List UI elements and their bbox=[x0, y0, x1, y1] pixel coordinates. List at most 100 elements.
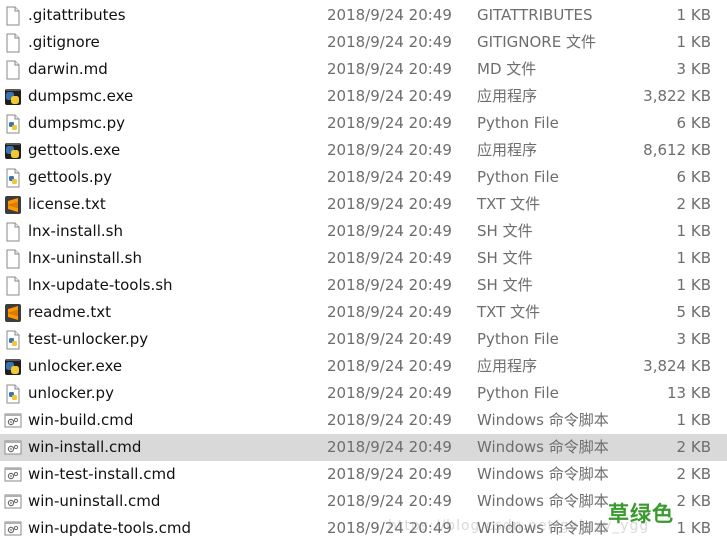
file-row[interactable]: dumpsmc.py 2018/9/24 20:49 Python File 6 KB bbox=[0, 110, 727, 137]
file-name: win-uninstall.cmd bbox=[28, 492, 161, 510]
file-date-modified: 2018/9/24 20:49 bbox=[327, 141, 452, 159]
file-name: lnx-install.sh bbox=[28, 222, 123, 240]
file-date-modified: 2018/9/24 20:49 bbox=[327, 384, 452, 402]
file-type: TXT 文件 bbox=[477, 303, 541, 321]
file-name: gettools.py bbox=[28, 168, 113, 186]
file-name: win-install.cmd bbox=[28, 438, 142, 456]
file-row[interactable]: darwin.md 2018/9/24 20:49 MD 文件 3 KB bbox=[0, 56, 727, 83]
file-name: .gitignore bbox=[28, 33, 100, 51]
watermark-logo: 草绿色 bbox=[608, 502, 674, 526]
file-row[interactable]: unlocker.py 2018/9/24 20:49 Python File 13 … bbox=[0, 380, 727, 407]
file-row[interactable]: license.txt 2018/9/24 20:49 TXT 文件 2 KB bbox=[0, 191, 727, 218]
file-name: gettools.exe bbox=[28, 141, 121, 159]
file-row[interactable]: win-test-install.cmd 2018/9/24 20:49 Windo… bbox=[0, 461, 727, 488]
file-name: unlocker.exe bbox=[28, 357, 123, 375]
file-type: SH 文件 bbox=[477, 276, 533, 294]
file-type: Windows 命令脚本 bbox=[477, 465, 609, 483]
file-type: GITIGNORE 文件 bbox=[477, 33, 596, 51]
file-type: TXT 文件 bbox=[477, 195, 541, 213]
file-date-modified: 2018/9/24 20:49 bbox=[327, 33, 452, 51]
file-date-modified: 2018/9/24 20:49 bbox=[327, 195, 452, 213]
file-size: 1 KB bbox=[676, 6, 711, 24]
file-type: Windows 命令脚本 bbox=[477, 492, 609, 510]
cmd-script-icon bbox=[4, 519, 22, 539]
file-type: Python File bbox=[477, 114, 559, 132]
file-date-modified: 2018/9/24 20:49 bbox=[327, 222, 452, 240]
file-size: 13 KB bbox=[667, 384, 711, 402]
file-size: 1 KB bbox=[676, 249, 711, 267]
file-row[interactable]: win-build.cmd 2018/9/24 20:49 Windows 命令脚本… bbox=[0, 407, 727, 434]
file-size: 1 KB bbox=[676, 276, 711, 294]
file-size: 3,822 KB bbox=[643, 87, 711, 105]
file-row[interactable]: .gitattributes 2018/9/24 20:49 GITATTRIBUT… bbox=[0, 2, 727, 29]
cmd-script-icon bbox=[4, 411, 22, 431]
file-name: dumpsmc.py bbox=[28, 114, 126, 132]
file-name: unlocker.py bbox=[28, 384, 114, 402]
file-row[interactable]: .gitignore 2018/9/24 20:49 GITIGNORE 文件 1 K… bbox=[0, 29, 727, 56]
file-size: 2 KB bbox=[676, 438, 711, 456]
file-type: Windows 命令脚本 bbox=[477, 411, 609, 429]
file-date-modified: 2018/9/24 20:49 bbox=[327, 276, 452, 294]
file-name: license.txt bbox=[28, 195, 106, 213]
sublime-text-icon bbox=[4, 303, 22, 323]
file-type: SH 文件 bbox=[477, 222, 533, 240]
python-file-icon bbox=[4, 114, 22, 134]
file-size: 2 KB bbox=[676, 465, 711, 483]
python-exe-icon bbox=[4, 141, 22, 161]
cmd-script-icon bbox=[4, 438, 22, 458]
blank-file-icon bbox=[4, 6, 22, 26]
file-type: 应用程序 bbox=[477, 87, 538, 105]
file-size: 3 KB bbox=[676, 330, 711, 348]
file-size: 6 KB bbox=[676, 114, 711, 132]
file-date-modified: 2018/9/24 20:49 bbox=[327, 411, 452, 429]
file-date-modified: 2018/9/24 20:49 bbox=[327, 492, 452, 510]
file-date-modified: 2018/9/24 20:49 bbox=[327, 330, 452, 348]
file-name: lnx-uninstall.sh bbox=[28, 249, 142, 267]
blank-file-icon bbox=[4, 33, 22, 53]
file-size: 8,612 KB bbox=[643, 141, 711, 159]
file-row[interactable]: gettools.py 2018/9/24 20:49 Python File 6 K… bbox=[0, 164, 727, 191]
file-date-modified: 2018/9/24 20:49 bbox=[327, 357, 452, 375]
blank-file-icon bbox=[4, 222, 22, 242]
file-date-modified: 2018/9/24 20:49 bbox=[327, 168, 452, 186]
file-type: SH 文件 bbox=[477, 249, 533, 267]
file-date-modified: 2018/9/24 20:49 bbox=[327, 519, 452, 537]
file-type: GITATTRIBUTES bbox=[477, 6, 593, 24]
file-row[interactable]: readme.txt 2018/9/24 20:49 TXT 文件 5 KB bbox=[0, 299, 727, 326]
file-row[interactable]: gettools.exe 2018/9/24 20:49 应用程序 8,612 KB bbox=[0, 137, 727, 164]
file-name: dumpsmc.exe bbox=[28, 87, 134, 105]
python-exe-icon bbox=[4, 357, 22, 377]
file-type: Windows 命令脚本 bbox=[477, 438, 609, 456]
file-date-modified: 2018/9/24 20:49 bbox=[327, 438, 452, 456]
file-name: readme.txt bbox=[28, 303, 112, 321]
file-name: win-build.cmd bbox=[28, 411, 134, 429]
blank-file-icon bbox=[4, 276, 22, 296]
file-row[interactable]: lnx-update-tools.sh 2018/9/24 20:49 SH 文件 1… bbox=[0, 272, 727, 299]
file-type: Python File bbox=[477, 168, 559, 186]
file-date-modified: 2018/9/24 20:49 bbox=[327, 6, 452, 24]
file-size: 6 KB bbox=[676, 168, 711, 186]
file-name: win-update-tools.cmd bbox=[28, 519, 191, 537]
file-size: 2 KB bbox=[676, 492, 711, 510]
python-file-icon bbox=[4, 384, 22, 404]
file-row[interactable]: lnx-install.sh 2018/9/24 20:49 SH 文件 1 KB bbox=[0, 218, 727, 245]
file-list: .gitattributes 2018/9/24 20:49 GITATTRIBUT… bbox=[0, 2, 727, 542]
file-row[interactable]: dumpsmc.exe 2018/9/24 20:49 应用程序 3,822 KB bbox=[0, 83, 727, 110]
file-row[interactable]: lnx-uninstall.sh 2018/9/24 20:49 SH 文件 1 KB bbox=[0, 245, 727, 272]
file-size: 5 KB bbox=[676, 303, 711, 321]
file-date-modified: 2018/9/24 20:49 bbox=[327, 60, 452, 78]
file-row[interactable]: unlocker.exe 2018/9/24 20:49 应用程序 3,824 KB bbox=[0, 353, 727, 380]
file-size: 1 KB bbox=[676, 519, 711, 537]
file-name: darwin.md bbox=[28, 60, 108, 78]
file-size: 1 KB bbox=[676, 411, 711, 429]
file-row[interactable]: win-install.cmd 2018/9/24 20:49 Windows 命令… bbox=[0, 434, 727, 461]
file-size: 2 KB bbox=[676, 195, 711, 213]
blank-file-icon bbox=[4, 249, 22, 269]
file-type: MD 文件 bbox=[477, 60, 537, 78]
file-date-modified: 2018/9/24 20:49 bbox=[327, 114, 452, 132]
file-row[interactable]: test-unlocker.py 2018/9/24 20:49 Python Fi… bbox=[0, 326, 727, 353]
file-name: lnx-update-tools.sh bbox=[28, 276, 173, 294]
file-name: win-test-install.cmd bbox=[28, 465, 176, 483]
blank-file-icon bbox=[4, 60, 22, 80]
file-name: test-unlocker.py bbox=[28, 330, 149, 348]
